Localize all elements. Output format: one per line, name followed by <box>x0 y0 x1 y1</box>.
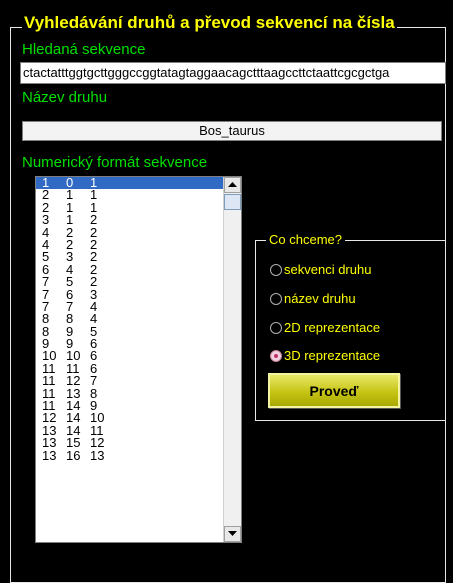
list-cell: 13 <box>42 447 57 463</box>
vertical-scrollbar[interactable] <box>223 177 241 542</box>
radio-icon <box>270 263 282 276</box>
radio-label: 2D reprezentace <box>284 320 381 335</box>
list-item[interactable]: 13 16 13 <box>36 447 223 463</box>
list-item[interactable]: 13 14 11 <box>36 424 223 437</box>
list-rows: 1012112113124224225326427527637748848959… <box>36 177 223 462</box>
list-item[interactable]: 996 <box>36 337 223 350</box>
list-item[interactable]: 763 <box>36 287 223 301</box>
radio-2d[interactable]: 2D reprezentace <box>270 320 380 335</box>
options-group-title: Co chceme? <box>266 232 345 248</box>
radio-species-sequence[interactable]: sekvenci druhu <box>270 262 371 277</box>
list-item[interactable]: 211 <box>36 188 223 201</box>
list-item[interactable]: 211 <box>36 201 223 214</box>
list-item[interactable]: 774 <box>36 300 223 313</box>
list-item[interactable]: 11 13 8 <box>36 386 223 400</box>
list-item[interactable]: 895 <box>36 324 223 338</box>
list-item[interactable]: 11 14 9 <box>36 399 223 412</box>
list-item[interactable]: 752 <box>36 275 223 288</box>
scroll-down-icon[interactable] <box>224 526 241 542</box>
list-item[interactable]: 312 <box>36 213 223 226</box>
radio-icon <box>270 321 282 334</box>
species-field[interactable]: Bos_taurus <box>22 121 442 141</box>
list-item[interactable]: 12 14 10 <box>36 411 223 424</box>
list-cell: 13 <box>90 447 105 463</box>
radio-icon <box>270 292 282 305</box>
radio-3d[interactable]: 3D reprezentace <box>270 348 380 363</box>
list-item[interactable]: 532 <box>36 250 223 263</box>
window-title: Vyhledávání druhů a převod sekvencí na č… <box>22 13 397 33</box>
search-label: Hledaná sekvence <box>22 41 146 58</box>
list-item[interactable]: 422 <box>36 225 223 239</box>
numeric-sequence-list[interactable]: 1012112113124224225326427527637748848959… <box>35 176 242 543</box>
species-label: Název druhu <box>22 89 108 106</box>
list-item[interactable]: 11 11 6 <box>36 362 223 375</box>
list-item[interactable]: 422 <box>36 238 223 251</box>
radio-label: sekvenci druhu <box>284 262 372 277</box>
list-item[interactable]: 11 12 7 <box>36 374 223 387</box>
sequence-input[interactable]: ctactatttggtgcttgggccggtatagtaggaacagctt… <box>20 62 446 84</box>
scroll-thumb[interactable] <box>224 194 241 210</box>
execute-button[interactable]: Proveď <box>268 373 400 408</box>
scroll-up-icon[interactable] <box>224 177 241 193</box>
radio-label: název druhu <box>284 291 356 306</box>
list-item[interactable]: 10 10 6 <box>36 349 223 362</box>
numeric-format-label: Numerický formát sekvence <box>22 154 208 171</box>
radio-selected-icon <box>270 349 282 362</box>
list-item[interactable]: 101 <box>36 177 223 190</box>
list-item[interactable]: 13 15 12 <box>36 436 223 449</box>
radio-species-name[interactable]: název druhu <box>270 291 356 306</box>
list-cell: 16 <box>66 447 81 463</box>
radio-label: 3D reprezentace <box>284 348 381 363</box>
list-item[interactable]: 642 <box>36 263 223 276</box>
list-item[interactable]: 884 <box>36 312 223 325</box>
